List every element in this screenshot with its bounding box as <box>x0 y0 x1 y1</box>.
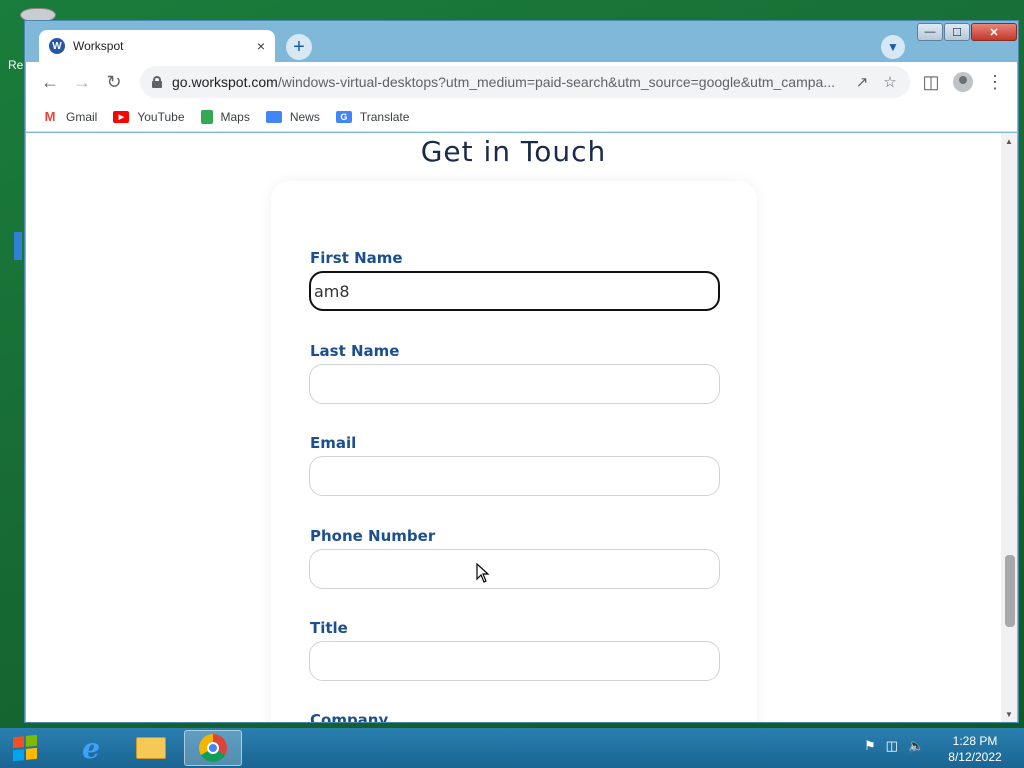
bookmark-star-icon[interactable]: ☆ <box>876 70 904 94</box>
translate-icon: G <box>335 110 352 123</box>
flag-icon[interactable]: ⚑ <box>864 738 876 754</box>
first-name-label: First Name <box>310 249 403 267</box>
bookmark-youtube[interactable]: ▶ YouTube <box>113 109 185 124</box>
window-controls: — ☐ ✕ <box>916 23 1017 41</box>
workspot-favicon-icon: W <box>49 38 65 54</box>
maps-icon <box>200 109 213 124</box>
share-icon[interactable]: ↗ <box>848 70 876 94</box>
bookmark-maps[interactable]: Maps <box>200 109 250 124</box>
tab-workspot[interactable]: W Workspot × <box>39 30 275 62</box>
first-name-input[interactable] <box>309 271 720 311</box>
phone-number-input[interactable] <box>309 549 720 589</box>
bookmark-label: Maps <box>220 109 250 124</box>
network-icon[interactable]: ◫ <box>886 738 898 754</box>
maximize-button[interactable]: ☐ <box>944 23 970 41</box>
tab-title: Workspot <box>73 39 124 53</box>
bookmark-label: News <box>289 109 320 124</box>
title-input[interactable] <box>309 641 720 681</box>
phone-number-label: Phone Number <box>310 527 436 545</box>
new-tab-button[interactable]: + <box>286 34 312 60</box>
reload-button[interactable]: ↻ <box>98 66 130 98</box>
folder-icon <box>136 737 166 759</box>
title-label: Title <box>310 619 348 637</box>
start-button[interactable] <box>6 731 44 765</box>
mouse-cursor-icon <box>476 562 490 588</box>
last-name-label: Last Name <box>310 342 400 360</box>
lock-icon[interactable] <box>152 76 162 88</box>
bookmarks-bar: M Gmail ▶ YouTube Maps News G Translate <box>26 102 1017 132</box>
forward-button[interactable]: → <box>66 66 98 98</box>
tab-search-button[interactable]: ▼ <box>881 35 905 59</box>
system-clock[interactable]: 1:28 PM 8/12/2022 <box>940 733 1010 765</box>
bookmark-label: YouTube <box>137 109 185 124</box>
clock-time: 1:28 PM <box>952 734 998 748</box>
news-icon <box>265 110 282 123</box>
minimize-button[interactable]: — <box>917 23 943 41</box>
browser-toolbar: ← → ↻ go.workspot.com/windows-virtual-de… <box>26 62 1017 102</box>
contact-form: First Name Last Name Email Phone Number … <box>271 181 757 722</box>
url-text[interactable]: go.workspot.com/windows-virtual-desktops… <box>172 74 842 90</box>
url-path: /windows-virtual-desktops?utm_medium=pai… <box>277 74 835 90</box>
side-panel-icon[interactable]: ◫ <box>915 66 947 98</box>
chrome-icon <box>199 734 227 762</box>
volume-muted-icon[interactable]: 🔈 <box>908 738 924 754</box>
bookmark-label: Translate <box>359 109 410 124</box>
back-button[interactable]: ← <box>34 66 66 98</box>
email-input[interactable] <box>309 456 720 496</box>
last-name-input[interactable] <box>309 364 720 404</box>
tab-close-icon[interactable]: × <box>257 38 265 54</box>
page-viewport: Get in Touch First Name Last Name Email … <box>26 133 1017 722</box>
desktop-icon-label: Re <box>8 58 24 72</box>
bookmark-label: Gmail <box>66 109 98 124</box>
windows-logo-icon <box>13 734 37 762</box>
page-title: Get in Touch <box>420 135 607 168</box>
menu-kebab-icon[interactable]: ⋮ <box>979 66 1011 98</box>
internet-explorer-icon: e <box>82 731 100 765</box>
scroll-up-arrow-icon[interactable]: ▲ <box>1001 133 1017 149</box>
system-tray: ⚑ ◫ 🔈 <box>864 738 924 754</box>
scrollbar-thumb[interactable] <box>1005 555 1015 627</box>
clock-date: 8/12/2022 <box>948 750 1002 764</box>
youtube-icon: ▶ <box>113 110 130 123</box>
taskbar-internet-explorer[interactable]: e <box>62 730 120 766</box>
company-label: Company <box>310 711 389 722</box>
bookmark-translate[interactable]: G Translate <box>335 109 410 124</box>
bookmark-gmail[interactable]: M Gmail <box>42 109 98 124</box>
profile-avatar[interactable] <box>953 72 973 92</box>
close-window-button[interactable]: ✕ <box>971 23 1017 41</box>
gmail-icon: M <box>42 109 58 124</box>
email-label: Email <box>310 434 357 452</box>
desktop-icon[interactable] <box>14 232 22 260</box>
taskbar-chrome[interactable] <box>184 730 242 766</box>
address-bar[interactable]: go.workspot.com/windows-virtual-desktops… <box>140 66 910 98</box>
url-host: go.workspot.com <box>172 74 278 90</box>
page-scrollbar[interactable]: ▲ ▼ <box>1001 133 1017 722</box>
taskbar: e ⚑ ◫ 🔈 1:28 PM 8/12/2022 <box>0 728 1024 768</box>
browser-window: — ☐ ✕ W Workspot × + ▼ ← → ↻ go.workspot… <box>24 20 1019 723</box>
bookmark-news[interactable]: News <box>265 109 320 124</box>
scroll-down-arrow-icon[interactable]: ▼ <box>1001 706 1017 722</box>
taskbar-file-explorer[interactable] <box>122 730 180 766</box>
